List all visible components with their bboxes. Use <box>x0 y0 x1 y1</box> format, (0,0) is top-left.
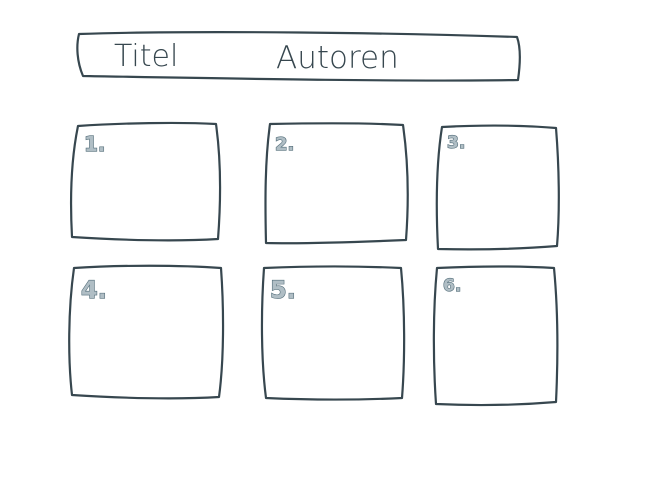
panel-5: 5. <box>260 265 406 401</box>
panel-6-number: 6. <box>443 276 461 296</box>
panel-4: 4. <box>68 264 225 400</box>
wireframe-sketch: Titel Autoren 1. 2. 3. 4. 5. 6. <box>68 31 560 407</box>
panel-3-number: 3. <box>447 133 465 153</box>
panel-3: 3. <box>435 124 560 251</box>
panel-2-number: 2. <box>275 134 294 155</box>
header-authors-label: Autoren <box>276 40 399 76</box>
panel-1-number: 1. <box>84 132 106 156</box>
panel-4-number: 4. <box>81 276 107 304</box>
panel-2: 2. <box>264 122 409 245</box>
panel-6: 6. <box>432 265 559 407</box>
panel-1: 1. <box>69 121 222 242</box>
panel-5-number: 5. <box>270 276 296 304</box>
header-bar: Titel Autoren <box>76 31 521 82</box>
header-title-label: Titel <box>114 39 178 74</box>
